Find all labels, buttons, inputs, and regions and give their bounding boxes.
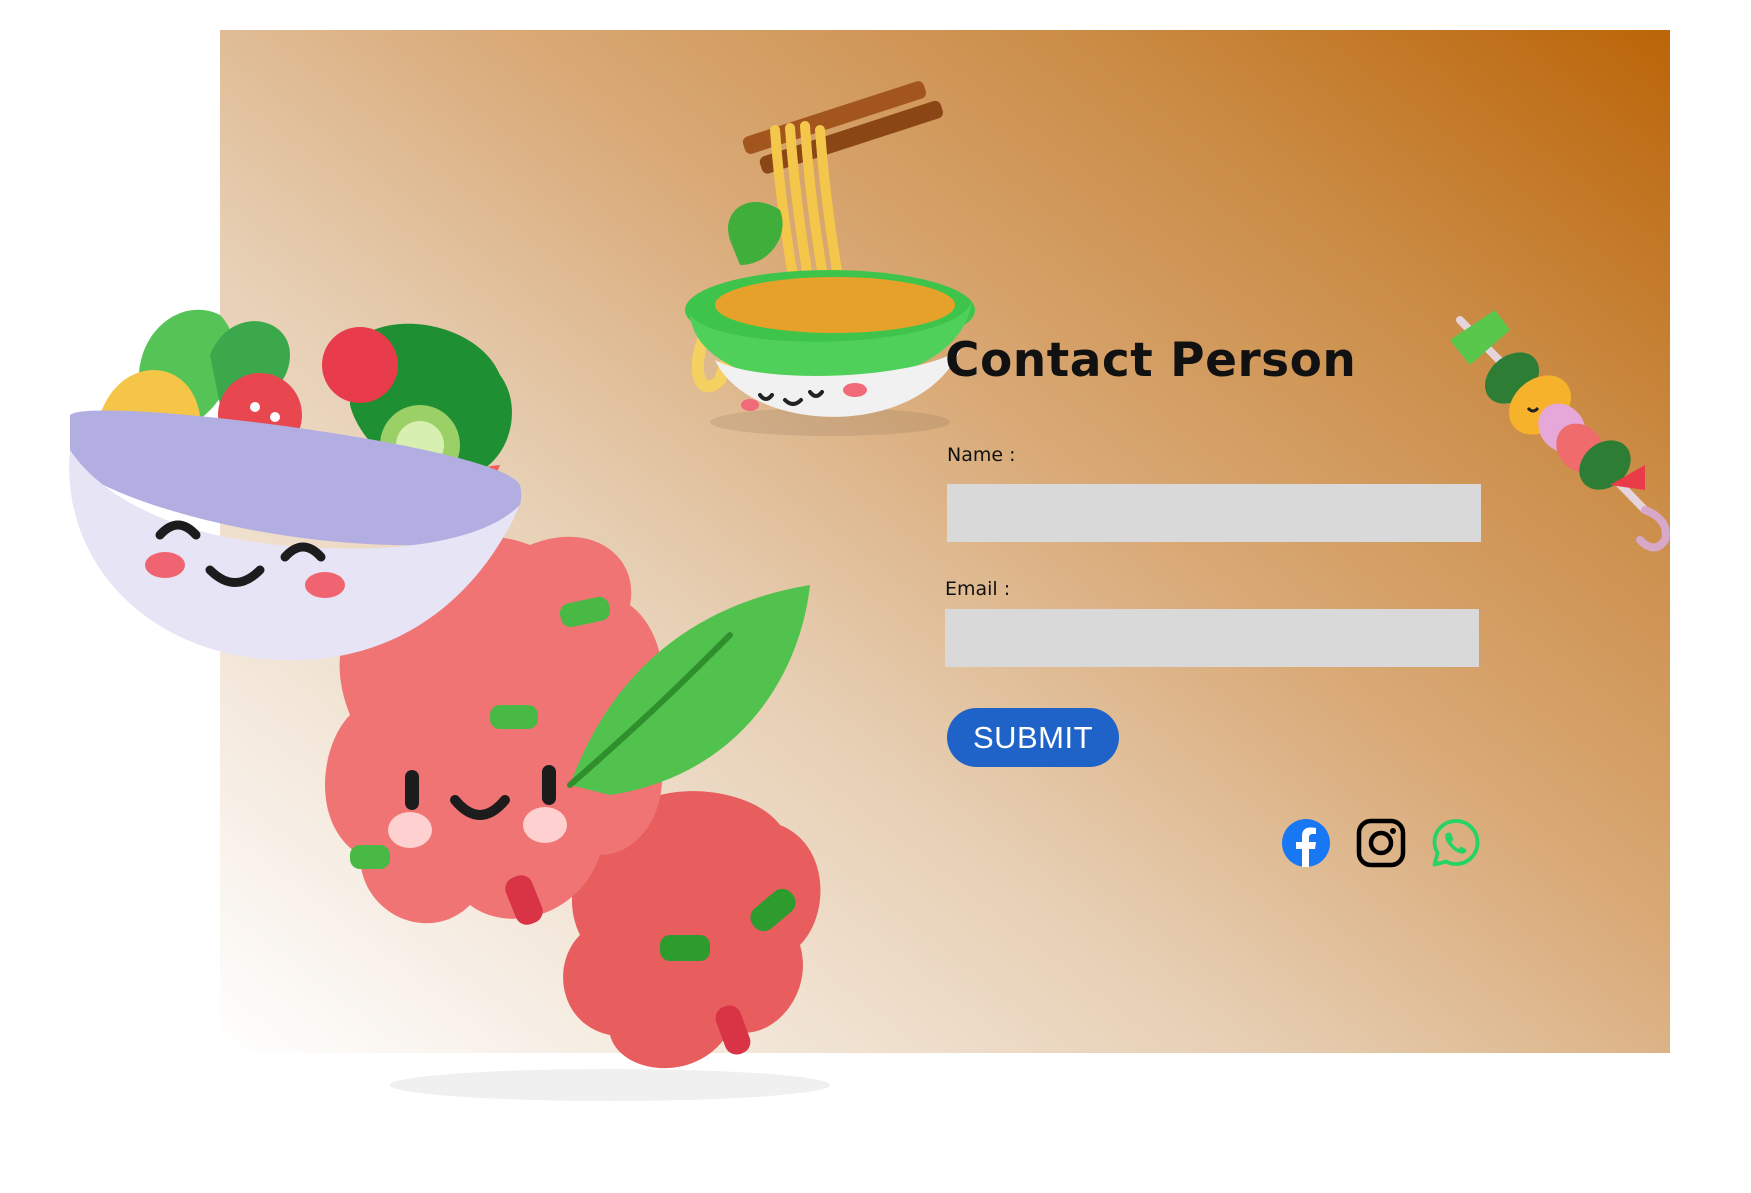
name-label: Name : (947, 444, 1016, 466)
email-input[interactable] (945, 609, 1479, 667)
contact-page: Contact Person Name : Email : SUBMIT (0, 0, 1751, 1193)
submit-button[interactable]: SUBMIT (947, 708, 1119, 767)
facebook-link[interactable] (1281, 818, 1331, 868)
facebook-icon (1282, 819, 1330, 867)
instagram-link[interactable] (1356, 818, 1406, 868)
instagram-icon (1356, 818, 1406, 868)
name-input[interactable] (947, 484, 1481, 542)
salad-bowl-illustration (69, 309, 522, 661)
contact-title: Contact Person (945, 333, 1357, 388)
email-label: Email : (945, 578, 1011, 600)
whatsapp-link[interactable] (1431, 818, 1481, 868)
whatsapp-icon (1432, 819, 1480, 867)
